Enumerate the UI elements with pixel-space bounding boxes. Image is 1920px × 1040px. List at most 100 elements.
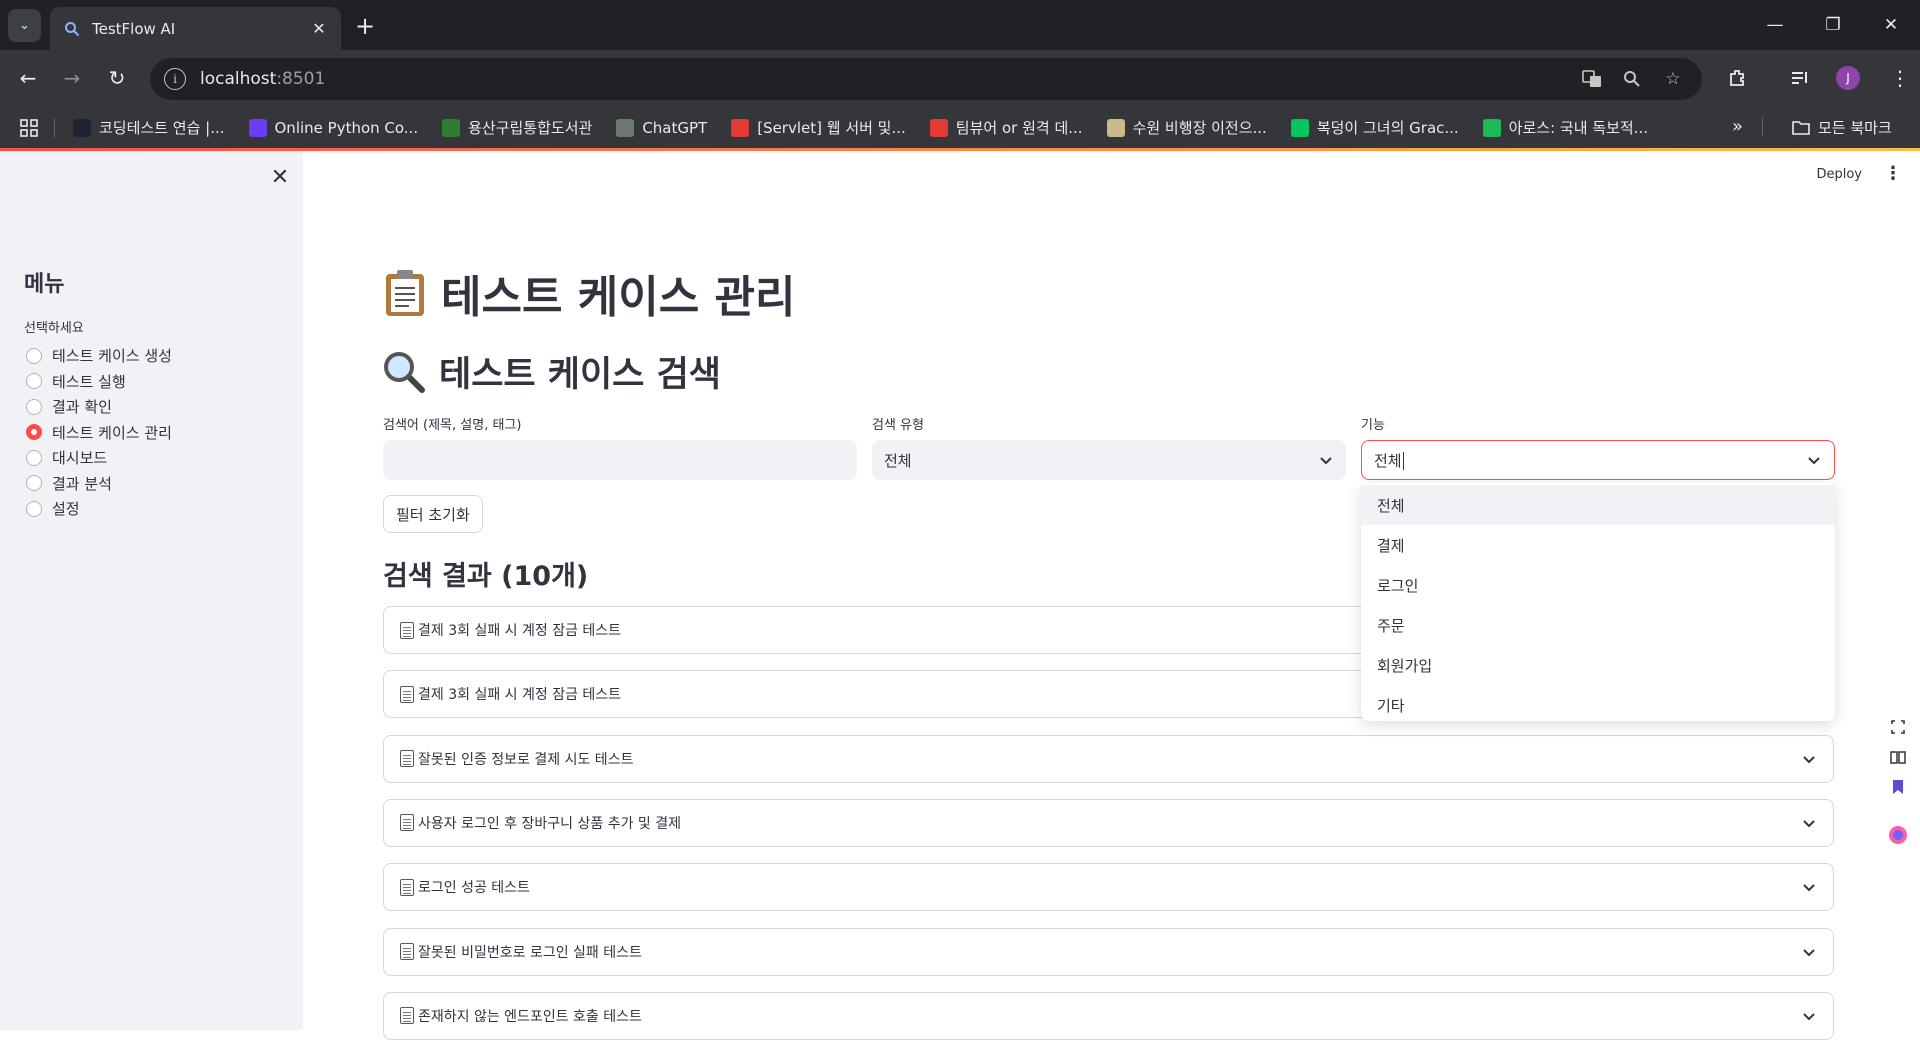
bookmark-item[interactable]: 아로스: 국내 독보적... bbox=[1482, 117, 1648, 138]
bookmark-item[interactable]: Online Python Co... bbox=[248, 118, 418, 137]
test-case-title: 로그인 성공 테스트 bbox=[418, 880, 530, 897]
document-icon bbox=[400, 685, 414, 703]
test-case-expander[interactable]: 잘못된 비밀번호로 로그인 실패 테스트 bbox=[383, 927, 1834, 976]
test-case-title: 사용자 로그인 후 장바구니 상품 추가 및 결제 bbox=[418, 815, 681, 832]
main-content: Deploy ⋮ 테스트 케이스 관리 테스트 케이스 검색 검색어 (제목, … bbox=[303, 151, 1920, 1040]
radio-option-label: 테스트 케이스 관리 bbox=[52, 423, 172, 442]
window-close-button[interactable]: ✕ bbox=[1871, 10, 1911, 40]
bookmark-item[interactable]: ChatGPT bbox=[616, 118, 708, 137]
site-info-icon[interactable]: i bbox=[164, 68, 186, 90]
search-type-label: 검색 유형 bbox=[872, 418, 924, 433]
bookmark-favicon-icon bbox=[248, 118, 267, 137]
search-heading-row: 테스트 케이스 검색 bbox=[383, 346, 721, 397]
radio-button[interactable] bbox=[26, 500, 42, 517]
minimize-button[interactable]: — bbox=[1755, 10, 1795, 40]
restore-button[interactable]: ❐ bbox=[1813, 10, 1853, 40]
assistant-icon[interactable] bbox=[1886, 823, 1910, 847]
forward-button[interactable]: → bbox=[56, 62, 88, 94]
search-input[interactable] bbox=[383, 440, 857, 480]
radio-button[interactable] bbox=[26, 424, 42, 441]
bookmark-label: ChatGPT bbox=[642, 118, 708, 137]
tab-search-button[interactable]: ⌄ bbox=[8, 9, 41, 42]
chevron-down-icon bbox=[1320, 457, 1332, 465]
document-icon bbox=[400, 750, 414, 768]
radio-option-label: 설정 bbox=[52, 500, 80, 519]
chrome-menu-icon[interactable]: ⋮ bbox=[1884, 62, 1916, 94]
chevron-down-icon: ⌄ bbox=[19, 18, 30, 33]
radio-button[interactable] bbox=[26, 449, 42, 466]
menu-radio-group: 테스트 케이스 생성 테스트 실행 결과 확인테스트 케이스 관리대시보드 결과 분석… bbox=[26, 343, 172, 522]
extensions-icon[interactable] bbox=[1722, 62, 1754, 94]
feature-select[interactable]: 전체 bbox=[1361, 440, 1835, 480]
text-cursor bbox=[1402, 452, 1404, 470]
new-tab-button[interactable]: + bbox=[351, 12, 379, 40]
translate-icon[interactable] bbox=[1580, 67, 1604, 91]
media-control-icon[interactable] bbox=[1784, 62, 1816, 94]
bookmark-item[interactable]: 수원 비행장 이전으... bbox=[1106, 117, 1267, 138]
search-input-label: 검색어 (제목, 설명, 태그) bbox=[383, 418, 522, 433]
radio-button[interactable] bbox=[26, 398, 42, 415]
bookmark-label: 수원 비행장 이전으... bbox=[1132, 119, 1267, 137]
page-title: 테스트 케이스 관리 bbox=[441, 272, 796, 323]
apps-grid-icon[interactable] bbox=[20, 118, 38, 137]
radio-button[interactable] bbox=[26, 347, 42, 364]
app-menu-icon[interactable]: ⋮ bbox=[1884, 163, 1902, 184]
back-button[interactable]: ← bbox=[12, 62, 44, 94]
document-icon bbox=[400, 943, 414, 960]
test-case-expander[interactable]: 사용자 로그인 후 장바구니 상품 추가 및 결제 bbox=[383, 798, 1834, 847]
folder-icon bbox=[1792, 120, 1810, 136]
bookmark-item[interactable]: 복덩이 그녀의 Grac... bbox=[1290, 117, 1459, 138]
dropdown-option[interactable]: 주문 bbox=[1361, 605, 1835, 645]
search-heading: 테스트 케이스 검색 bbox=[439, 355, 721, 395]
bookmark-item[interactable]: 코딩테스트 연습 |... bbox=[73, 117, 225, 138]
test-case-expander[interactable]: 로그인 성공 테스트 bbox=[383, 863, 1834, 912]
capture-icon[interactable] bbox=[1886, 715, 1910, 739]
chevron-down-icon bbox=[1803, 1013, 1815, 1021]
bookmark-label: [Servlet] 웹 서버 및... bbox=[757, 119, 906, 137]
book-icon[interactable] bbox=[1886, 745, 1910, 769]
profile-avatar[interactable]: J bbox=[1836, 66, 1860, 90]
feature-select-value: 전체 bbox=[1374, 451, 1402, 470]
magnifier-icon bbox=[383, 351, 425, 393]
all-bookmarks-folder[interactable]: 모든 북마크 bbox=[1792, 117, 1892, 138]
deploy-button[interactable]: Deploy bbox=[1816, 167, 1862, 182]
dropdown-option[interactable]: 결제 bbox=[1361, 525, 1835, 565]
reload-button[interactable]: ↻ bbox=[101, 62, 133, 94]
url-port: :8501 bbox=[276, 69, 326, 89]
document-icon bbox=[400, 1007, 414, 1025]
menu-radio-option[interactable]: 테스트 실행 bbox=[26, 369, 172, 395]
menu-radio-option[interactable]: 테스트 케이스 관리 bbox=[26, 420, 172, 446]
radio-button[interactable] bbox=[26, 373, 42, 390]
test-case-expander[interactable]: 잘못된 인증 정보로 결제 시도 테스트 bbox=[383, 734, 1834, 783]
close-sidebar-icon[interactable]: ✕ bbox=[268, 165, 292, 190]
address-bar[interactable]: i localhost:8501 ☆ bbox=[150, 58, 1702, 100]
feature-dropdown-menu: 전체 결제 로그인 주문 회원가입 기타 bbox=[1361, 483, 1835, 721]
close-tab-icon[interactable]: ✕ bbox=[309, 19, 329, 39]
menu-radio-option[interactable]: 대시보드 bbox=[26, 445, 172, 471]
bookmark-star-icon[interactable]: ☆ bbox=[1661, 67, 1685, 91]
menu-radio-option[interactable]: 결과 분석 bbox=[26, 471, 172, 497]
bookmark-favicon-icon bbox=[1482, 118, 1501, 137]
browser-tab-active[interactable]: TestFlow AI ✕ bbox=[50, 7, 341, 50]
menu-radio-option[interactable]: 테스트 케이스 생성 bbox=[26, 343, 172, 369]
dropdown-option[interactable]: 기타 bbox=[1361, 685, 1835, 725]
dropdown-option[interactable]: 로그인 bbox=[1361, 565, 1835, 605]
bookmark-item[interactable]: 용산구립통합도서관 bbox=[442, 117, 592, 138]
reset-filter-button[interactable]: 필터 초기화 bbox=[383, 495, 483, 533]
bookmark-item[interactable]: 팀뷰어 or 원격 데... bbox=[929, 117, 1083, 138]
bookmark-item[interactable]: [Servlet] 웹 서버 및... bbox=[731, 117, 906, 138]
bookmark-icon[interactable] bbox=[1886, 775, 1910, 799]
radio-button[interactable] bbox=[26, 475, 42, 492]
bookmark-label: 코딩테스트 연습 |... bbox=[99, 119, 225, 137]
menu-radio-option[interactable]: 결과 확인 bbox=[26, 394, 172, 420]
dropdown-option[interactable]: 전체 bbox=[1361, 485, 1835, 525]
test-case-expander[interactable]: 존재하지 않는 엔드포인트 호출 테스트 bbox=[383, 991, 1834, 1040]
dropdown-option[interactable]: 회원가입 bbox=[1361, 645, 1835, 685]
more-bookmarks-icon[interactable]: » bbox=[1732, 116, 1743, 137]
zoom-icon[interactable] bbox=[1620, 67, 1644, 91]
menu-radio-option[interactable]: 설정 bbox=[26, 496, 172, 522]
tab-title: TestFlow AI bbox=[92, 19, 176, 38]
bookmark-favicon-icon bbox=[929, 118, 948, 137]
results-heading: 검색 결과 (10개) bbox=[383, 561, 589, 592]
search-type-select[interactable]: 전체 bbox=[872, 440, 1346, 480]
